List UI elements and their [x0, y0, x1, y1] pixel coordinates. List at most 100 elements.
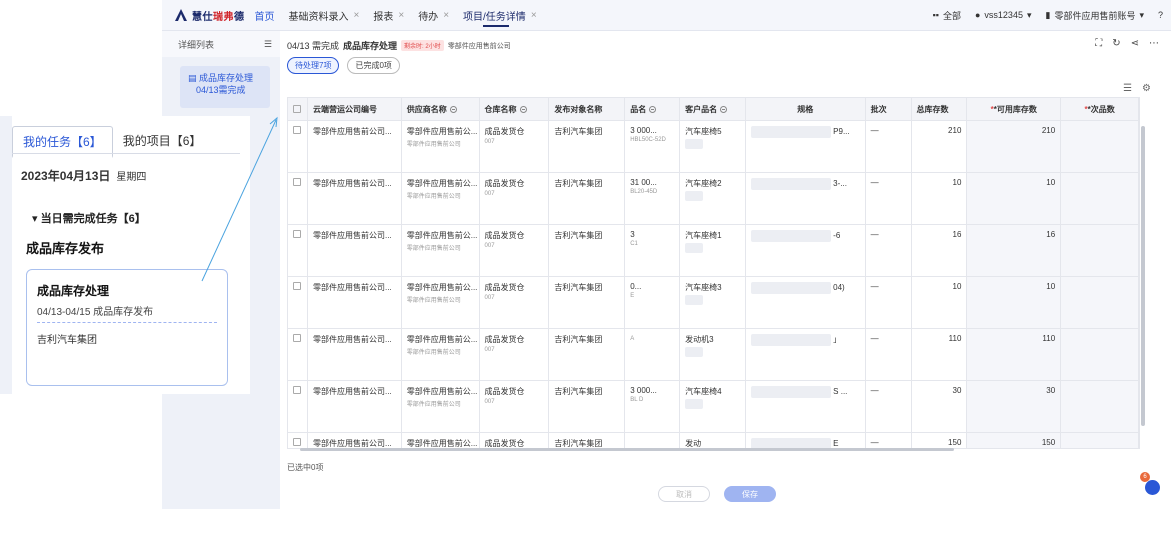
filter-all[interactable]: ▪▪ 全部: [933, 9, 961, 22]
refresh-icon[interactable]: ↻: [1112, 38, 1120, 49]
help-icon[interactable]: ?: [1158, 10, 1163, 20]
tab-todo[interactable]: 待办 ×: [418, 0, 449, 31]
top-bar: 慧仕瑞弗德 首页 基础资料录入 × 报表 × 待办 × 项目/任务详情 × ▪▪ 全部 ●…: [162, 0, 1171, 31]
cell-warehouse: 成品发货仓007: [480, 121, 550, 172]
col-target[interactable]: 发布对象名称: [549, 98, 626, 120]
close-icon[interactable]: ×: [443, 10, 449, 21]
cell-available[interactable]: 10: [967, 277, 1062, 328]
fullscreen-icon[interactable]: ⛶: [1095, 38, 1102, 49]
row-select[interactable]: [288, 173, 308, 224]
cell-defects[interactable]: [1061, 121, 1139, 172]
close-icon[interactable]: ×: [398, 10, 404, 21]
table-row[interactable]: 零部件应用售前公司...零部件应用售前公...零部件应用售前公司成品发货仓007…: [288, 121, 1139, 173]
table-row[interactable]: 零部件应用售前公司...零部件应用售前公...零部件应用售前公司成品发货仓007…: [288, 329, 1139, 381]
cell-batch: —: [866, 225, 912, 276]
table-row[interactable]: 零部件应用售前公司...零部件应用售前公...零部件应用售前公司成品发货仓007…: [288, 277, 1139, 329]
cell-spec: 」: [746, 329, 866, 380]
cell-product: [625, 433, 681, 448]
tab-task-detail[interactable]: 项目/任务详情 ×: [463, 0, 537, 31]
select-all-checkbox[interactable]: [288, 98, 308, 120]
col-customer-product[interactable]: 客户品名: [680, 98, 746, 120]
cell-customer-product: 汽车座椅4: [680, 381, 746, 432]
col-company[interactable]: 云端营运公司编号: [308, 98, 402, 120]
sidebar-item-task[interactable]: ▤ 成品库存处理 04/13需完成: [180, 66, 270, 108]
menu-icon[interactable]: ☰: [264, 39, 272, 50]
cell-defects[interactable]: [1061, 277, 1139, 328]
org-menu[interactable]: ▮ 零部件应用售前账号 ▾: [1045, 9, 1144, 22]
sidebar-title: 详细列表: [178, 39, 215, 50]
share-icon[interactable]: ⋖: [1131, 38, 1139, 49]
sort-icon: [649, 105, 657, 113]
table-row[interactable]: 零部件应用售前公司...零部件应用售前公...零部件应用售前公司成品发货仓007…: [288, 225, 1139, 277]
task-card[interactable]: 成品库存处理 04/13-04/15 成品库存发布 吉利汽车集团: [26, 269, 228, 386]
cell-target: 吉利汽车集团: [549, 381, 626, 432]
cell-batch: —: [866, 381, 912, 432]
row-checkbox[interactable]: [293, 386, 301, 394]
row-select[interactable]: [288, 121, 308, 172]
close-icon[interactable]: ×: [354, 10, 360, 21]
cancel-button[interactable]: 取消: [658, 486, 710, 502]
save-button[interactable]: 保存: [724, 486, 776, 502]
close-icon[interactable]: ×: [531, 10, 537, 21]
row-select[interactable]: [288, 225, 308, 276]
column-settings-icon[interactable]: ☰: [1123, 83, 1132, 94]
cell-defects[interactable]: [1061, 329, 1139, 380]
cell-spec: -6: [746, 225, 866, 276]
section-today[interactable]: ▾ 当日需完成任务【6】: [32, 210, 146, 226]
cell-defects[interactable]: [1061, 433, 1139, 448]
row-checkbox[interactable]: [293, 178, 301, 186]
cell-defects[interactable]: [1061, 225, 1139, 276]
table-row[interactable]: 零部件应用售前公司...零部件应用售前公...零部件应用售前公司成品发货仓007…: [288, 381, 1139, 433]
cell-supplier: 零部件应用售前公...零部件应用售前公司: [402, 173, 480, 224]
cell-customer-product: 汽车座椅2: [680, 173, 746, 224]
table-row[interactable]: 零部件应用售前公司...零部件应用售前公...零部件应用售前公司成品发货仓007…: [288, 433, 1139, 448]
row-checkbox[interactable]: [293, 230, 301, 238]
cell-defects[interactable]: [1061, 173, 1139, 224]
col-defects[interactable]: * *次品数: [1061, 98, 1139, 120]
col-spec[interactable]: 规格: [746, 98, 866, 120]
row-select[interactable]: [288, 277, 308, 328]
cell-available[interactable]: 150: [967, 433, 1062, 448]
chat-icon[interactable]: [1145, 480, 1160, 495]
col-product[interactable]: 品名: [625, 98, 681, 120]
col-supplier[interactable]: 供应商名称: [402, 98, 480, 120]
nav-home[interactable]: 首页: [255, 8, 275, 23]
cell-batch: —: [866, 277, 912, 328]
company-label: 零部件应用售前公司: [447, 42, 511, 50]
logo-icon: [174, 8, 188, 22]
sort-icon: [519, 105, 527, 113]
more-icon[interactable]: ⋯: [1149, 38, 1159, 49]
user-menu[interactable]: ● vss12345 ▾: [975, 10, 1032, 21]
cell-available[interactable]: 110: [967, 329, 1062, 380]
row-select[interactable]: [288, 381, 308, 432]
row-checkbox[interactable]: [293, 126, 301, 134]
deadline-badge: 剩余时: 2小时: [401, 40, 444, 51]
cell-product: 3 C1: [625, 225, 681, 276]
filter-done[interactable]: 已完成0项: [347, 57, 400, 74]
app-logo[interactable]: 慧仕瑞弗德: [174, 8, 245, 23]
vertical-scrollbar[interactable]: [1141, 126, 1145, 426]
cell-available[interactable]: 16: [967, 225, 1062, 276]
grid-icon: ▪▪: [932, 10, 939, 20]
tab-basic-data[interactable]: 基础资料录入 ×: [289, 0, 360, 31]
col-batch[interactable]: 批次: [866, 98, 912, 120]
filter-pending[interactable]: 待处理7项: [287, 57, 340, 74]
task-card-title: 成品库存处理: [37, 284, 110, 298]
row-checkbox[interactable]: [293, 282, 301, 290]
row-checkbox[interactable]: [293, 334, 301, 342]
cell-defects[interactable]: [1061, 381, 1139, 432]
row-select[interactable]: [288, 329, 308, 380]
col-available[interactable]: * *可用库存数: [967, 98, 1062, 120]
col-warehouse[interactable]: 仓库名称: [480, 98, 550, 120]
table-row[interactable]: 零部件应用售前公司...零部件应用售前公...零部件应用售前公司成品发货仓007…: [288, 173, 1139, 225]
cell-available[interactable]: 210: [967, 121, 1062, 172]
col-total[interactable]: 总库存数: [912, 98, 968, 120]
cell-available[interactable]: 10: [967, 173, 1062, 224]
row-select[interactable]: [288, 433, 308, 448]
row-checkbox[interactable]: [293, 438, 301, 446]
sort-icon: [720, 105, 728, 113]
cell-available[interactable]: 30: [967, 381, 1062, 432]
tab-reports[interactable]: 报表 ×: [373, 0, 404, 31]
gear-icon[interactable]: ⚙: [1142, 83, 1151, 94]
horizontal-scrollbar[interactable]: [300, 448, 954, 451]
